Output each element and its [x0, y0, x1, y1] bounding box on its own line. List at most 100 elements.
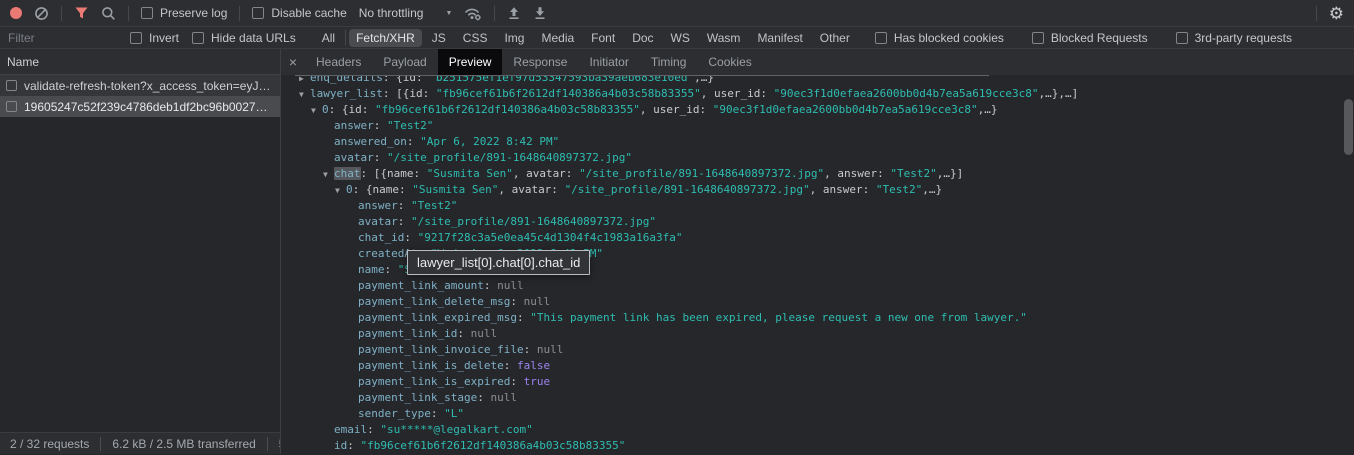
json-tree-row[interactable]: answer: "Test2" — [281, 118, 1354, 134]
json-tree-row[interactable]: ▼0: {id: "fb96cef61b6f2612df140386a4b03c… — [281, 102, 1354, 118]
collapse-arrow-icon[interactable]: ▼ — [299, 87, 310, 103]
search-icon[interactable] — [101, 6, 116, 21]
json-tree-row[interactable]: ▼0: {name: "Susmita Sen", avatar: "/site… — [281, 182, 1354, 198]
tab-payload[interactable]: Payload — [372, 49, 437, 75]
filter-chip-all[interactable]: All — [315, 29, 342, 47]
toolbar-divider — [494, 6, 495, 21]
json-value: null — [490, 391, 517, 404]
has-blocked-cookies-checkbox[interactable]: Has blocked cookies — [875, 31, 1004, 45]
json-tree-row[interactable]: chat_id: "9217f28c3a5e0ea45c4d1304f4c198… — [281, 230, 1354, 246]
json-tree-row[interactable]: answer: "Test2" — [281, 198, 1354, 214]
status-segment: 2 / 32 requests — [0, 437, 100, 451]
import-har-icon[interactable] — [507, 6, 521, 20]
filter-chip-media[interactable]: Media — [534, 29, 581, 47]
export-har-icon[interactable] — [533, 6, 547, 20]
json-tree-row[interactable]: payment_link_id: null — [281, 326, 1354, 342]
filter-chip-manifest[interactable]: Manifest — [750, 29, 809, 47]
checkbox-icon[interactable] — [141, 7, 153, 19]
json-tree-row[interactable]: payment_link_delete_msg: null — [281, 294, 1354, 310]
filter-chip-font[interactable]: Font — [584, 29, 622, 47]
collapse-arrow-icon[interactable]: ▼ — [323, 167, 334, 183]
checkbox-icon[interactable] — [130, 32, 142, 44]
filter-chip-ws[interactable]: WS — [664, 29, 697, 47]
json-value: : — [517, 311, 530, 324]
filter-chip-fetch-xhr[interactable]: Fetch/XHR — [349, 29, 422, 47]
tab-preview[interactable]: Preview — [438, 49, 503, 75]
json-tree-row[interactable]: email: "su*****@legalkart.com" — [281, 422, 1354, 438]
json-tree-row[interactable]: answered_on: "Apr 6, 2022 8:42 PM" — [281, 134, 1354, 150]
vertical-scrollbar-thumb[interactable] — [1344, 99, 1353, 155]
json-value: : — [367, 423, 380, 436]
throttling-dropdown[interactable]: No throttling ▼ — [359, 6, 453, 20]
json-key: 0 — [346, 183, 353, 196]
json-value: ,…} — [922, 183, 942, 196]
invert-checkbox[interactable]: Invert — [130, 31, 179, 45]
preserve-log-checkbox[interactable]: Preserve log — [141, 6, 227, 20]
json-tree-row[interactable]: payment_link_stage: null — [281, 390, 1354, 406]
json-value: true — [524, 375, 551, 388]
toolbar-divider — [61, 6, 62, 21]
tab-initiator[interactable]: Initiator — [578, 49, 639, 75]
json-tree-row[interactable]: payment_link_invoice_file: null — [281, 342, 1354, 358]
disable-cache-checkbox[interactable]: Disable cache — [252, 6, 346, 20]
collapse-arrow-icon[interactable]: ▼ — [335, 183, 346, 199]
checkbox-label: Invert — [149, 31, 179, 45]
json-tree-row[interactable]: avatar: "/site_profile/891-1648640897372… — [281, 150, 1354, 166]
request-row[interactable]: validate-refresh-token?x_access_token=ey… — [0, 75, 280, 96]
json-value: , answer: — [810, 183, 876, 196]
json-tree-row[interactable]: payment_link_amount: null — [281, 278, 1354, 294]
checkbox-icon[interactable] — [6, 101, 17, 112]
json-tree-row[interactable]: ▼chat: [{name: "Susmita Sen", avatar: "/… — [281, 166, 1354, 182]
collapse-arrow-icon[interactable]: ▼ — [311, 103, 322, 119]
json-tree-row[interactable]: payment_link_is_expired: true — [281, 374, 1354, 390]
name-column-header[interactable]: Name — [0, 49, 280, 75]
json-tree-row[interactable]: payment_link_is_delete: false — [281, 358, 1354, 374]
network-conditions-icon[interactable] — [464, 6, 482, 21]
tab-timing[interactable]: Timing — [640, 49, 698, 75]
checkbox-icon[interactable] — [6, 80, 17, 91]
checkbox-icon[interactable] — [192, 32, 204, 44]
filter-chip-doc[interactable]: Doc — [625, 29, 660, 47]
tab-response[interactable]: Response — [502, 49, 578, 75]
3rd-party-requests-checkbox[interactable]: 3rd-party requests — [1176, 31, 1292, 45]
record-icon[interactable] — [10, 7, 22, 19]
clear-icon[interactable] — [34, 6, 49, 21]
json-key: payment_link_stage — [358, 391, 477, 404]
json-value: "su*****@legalkart.com" — [380, 423, 532, 436]
checkbox-label: Blocked Requests — [1051, 31, 1148, 45]
hide-data-urls-checkbox[interactable]: Hide data URLs — [192, 31, 296, 45]
json-value: : — [385, 263, 398, 276]
request-list-empty-area — [0, 117, 280, 432]
filter-chip-other[interactable]: Other — [813, 29, 857, 47]
json-key: payment_link_is_expired — [358, 375, 510, 388]
checkbox-label: Preserve log — [160, 6, 227, 20]
filter-chip-js[interactable]: JS — [425, 29, 453, 47]
request-row[interactable]: 19605247c52f239c4786deb1df2bc96b0027… — [0, 96, 280, 117]
checkbox-icon[interactable] — [1176, 32, 1188, 44]
json-tree-row[interactable]: avatar: "/site_profile/891-1648640897372… — [281, 214, 1354, 230]
filter-input[interactable] — [0, 27, 130, 48]
json-tree-row[interactable]: ▼lawyer_list: [{id: "fb96cef61b6f2612df1… — [281, 86, 1354, 102]
tab-headers[interactable]: Headers — [305, 49, 372, 75]
checkbox-icon[interactable] — [875, 32, 887, 44]
json-key: answer — [334, 119, 374, 132]
filter-chip-wasm[interactable]: Wasm — [700, 29, 748, 47]
advanced-filter-checkboxes: Has blocked cookies Blocked Requests 3rd-p… — [875, 31, 1305, 45]
json-key: name — [358, 263, 385, 276]
json-tree-row[interactable]: sender_type: "L" — [281, 406, 1354, 422]
json-value: "Test2" — [411, 199, 457, 212]
checkbox-icon[interactable] — [1032, 32, 1044, 44]
filter-funnel-icon[interactable] — [74, 6, 89, 20]
json-tree-row[interactable]: payment_link_expired_msg: "This payment … — [281, 310, 1354, 326]
json-tree-row[interactable]: ▶enq_details: {id: "b251575ef1ef97d53347… — [281, 75, 1354, 86]
tab-cookies[interactable]: Cookies — [697, 49, 762, 75]
json-tree-row[interactable]: id: "fb96cef61b6f2612df140386a4b03c58b83… — [281, 438, 1354, 454]
json-value: ,…} — [978, 103, 998, 116]
blocked-requests-checkbox[interactable]: Blocked Requests — [1032, 31, 1148, 45]
filter-chip-img[interactable]: Img — [497, 29, 531, 47]
resource-type-chips: All Fetch/XHRJSCSSImgMediaFontDocWSWasmMa… — [315, 29, 857, 47]
filter-chip-css[interactable]: CSS — [456, 29, 495, 47]
close-icon[interactable]: × — [281, 49, 305, 75]
settings-gear-icon[interactable]: ⚙ — [1329, 5, 1344, 22]
checkbox-icon[interactable] — [252, 7, 264, 19]
